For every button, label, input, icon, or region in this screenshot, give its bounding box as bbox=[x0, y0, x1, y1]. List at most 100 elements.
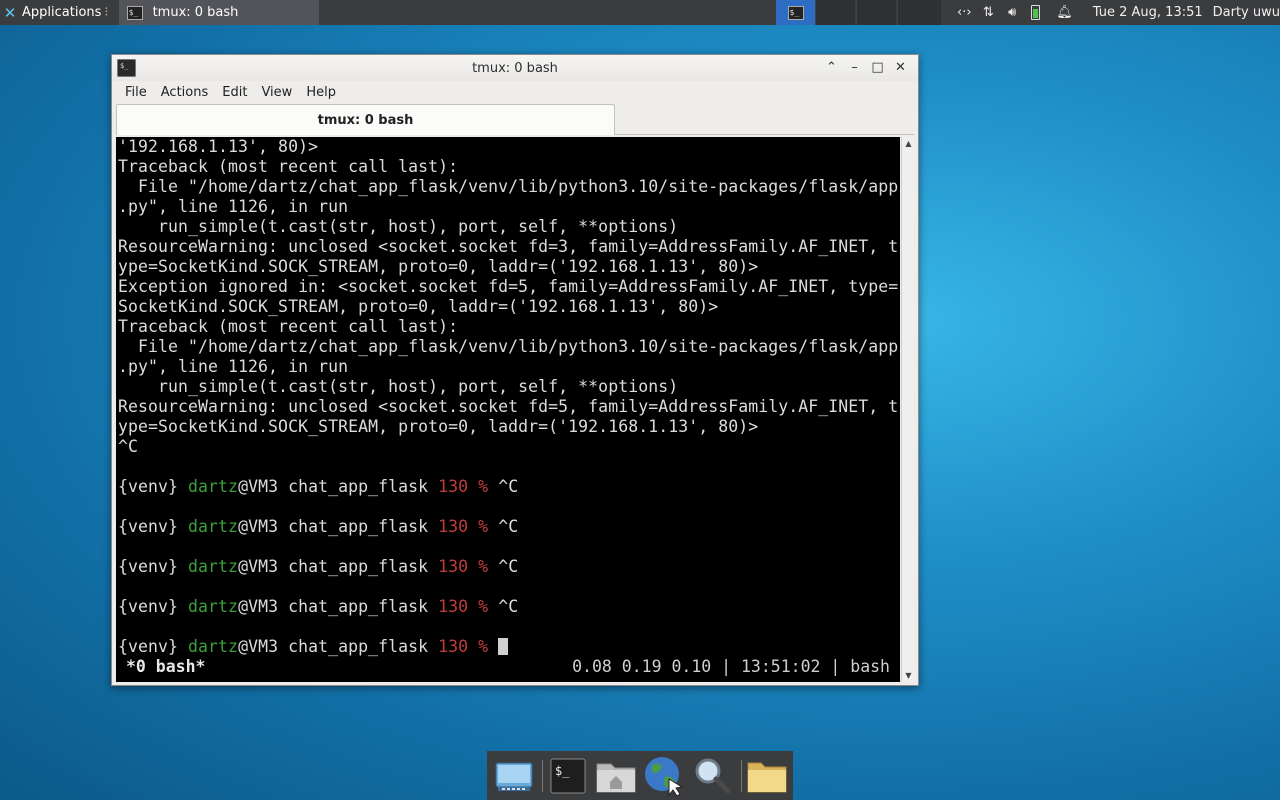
dock-separator bbox=[740, 759, 742, 792]
taskbar-window-button[interactable]: $_ tmux: 0 bash bbox=[118, 0, 319, 25]
prompt-exit-status: 130 % bbox=[438, 477, 489, 496]
menu-edit[interactable]: Edit bbox=[215, 85, 254, 100]
workspace-4-button[interactable] bbox=[897, 0, 941, 25]
shade-button[interactable]: ⌃ bbox=[820, 59, 843, 77]
terminal-window: $_ tmux: 0 bash ⌃ – □ ✕ File Actions Edi… bbox=[111, 54, 919, 686]
prompt-host-dir: @VM3 chat_app_flask bbox=[238, 517, 429, 536]
output-line: ^C bbox=[118, 437, 139, 456]
output-line: File "/home/dartz/chat_app_flask/venv/li… bbox=[118, 177, 899, 196]
venv-label: {venv} bbox=[118, 517, 179, 536]
venv-label: {venv} bbox=[118, 477, 179, 496]
output-line: ResourceWarning: unclosed <socket.socket… bbox=[118, 237, 899, 256]
network-connection-icon[interactable]: ‹·› bbox=[954, 5, 974, 20]
prompt-input: ^C bbox=[498, 477, 519, 496]
output-line: ResourceWarning: unclosed <socket.socket… bbox=[118, 397, 899, 416]
terminal-output[interactable]: '192.168.1.13', 80)> Traceback (most rec… bbox=[116, 137, 900, 682]
prompt-line: {venv} dartz@VM3 chat_app_flask 130 % ^C bbox=[118, 517, 518, 537]
window-titlebar[interactable]: $_ tmux: 0 bash ⌃ – □ ✕ bbox=[112, 55, 918, 81]
prompt-host-dir: @VM3 chat_app_flask bbox=[238, 557, 429, 576]
prompt-line: {venv} dartz@VM3 chat_app_flask 130 % ^C bbox=[118, 557, 518, 577]
menu-help[interactable]: Help bbox=[299, 85, 343, 100]
tab-label: tmux: 0 bash bbox=[317, 112, 414, 128]
applications-menu-button[interactable]: ✕ Applications ⁝ bbox=[0, 0, 115, 25]
network-transfer-icon[interactable]: ⇅ bbox=[978, 5, 998, 20]
menubar: File Actions Edit View Help bbox=[112, 81, 918, 104]
prompt-line: {venv} dartz@VM3 chat_app_flask 130 % ^C bbox=[118, 597, 518, 617]
dock-separator bbox=[542, 759, 543, 792]
venv-label: {venv} bbox=[118, 557, 179, 576]
output-line: Exception ignored in: <socket.socket fd=… bbox=[118, 277, 899, 296]
tab-tmux-bash[interactable]: tmux: 0 bash bbox=[116, 104, 615, 135]
window-title: tmux: 0 bash bbox=[472, 60, 558, 76]
minimize-button[interactable]: – bbox=[843, 59, 866, 77]
prompt-exit-status: 130 % bbox=[438, 517, 489, 536]
folder-launcher[interactable] bbox=[745, 753, 790, 799]
search-icon bbox=[695, 758, 731, 793]
file-manager-launcher[interactable] bbox=[594, 753, 639, 799]
output-line: Traceback (most recent call last): bbox=[118, 317, 459, 336]
volume-icon[interactable]: 🔊︎ bbox=[1002, 5, 1022, 20]
terminal-launcher[interactable]: $_ bbox=[546, 753, 591, 799]
output-line: Traceback (most recent call last): bbox=[118, 157, 459, 176]
prompt-input: ^C bbox=[498, 597, 519, 616]
prompt-host-dir: @VM3 chat_app_flask bbox=[238, 637, 429, 656]
taskbar-window-title: tmux: 0 bash bbox=[152, 5, 239, 20]
prompt-host-dir: @VM3 chat_app_flask bbox=[238, 597, 429, 616]
maximize-button[interactable]: □ bbox=[866, 59, 889, 77]
prompt-exit-status: 130 % bbox=[438, 557, 489, 576]
web-browser-icon bbox=[645, 756, 684, 797]
output-line: File "/home/dartz/chat_app_flask/venv/li… bbox=[118, 337, 899, 356]
show-desktop-button[interactable] bbox=[491, 753, 536, 799]
prompt-user: dartz bbox=[188, 477, 239, 496]
applications-label: Applications bbox=[22, 5, 102, 20]
top-panel: ✕ Applications ⁝ $_ tmux: 0 bash $_ ‹·› … bbox=[0, 0, 1280, 25]
menu-file[interactable]: File bbox=[118, 85, 154, 100]
web-browser-launcher[interactable] bbox=[642, 753, 687, 799]
tmux-window-list: *0 bash* bbox=[126, 657, 206, 676]
prompt-exit-status: 130 % bbox=[438, 597, 489, 616]
app-finder-launcher[interactable] bbox=[690, 753, 735, 799]
workspace-1-button[interactable]: $_ bbox=[776, 0, 815, 25]
workspace-2-button[interactable] bbox=[815, 0, 855, 25]
dock-panel: $_ bbox=[487, 751, 793, 800]
prompt-host-dir: @VM3 chat_app_flask bbox=[238, 477, 429, 496]
workspace-3-button[interactable] bbox=[856, 0, 896, 25]
battery-icon[interactable] bbox=[1031, 5, 1041, 20]
notification-bell-icon[interactable]: 🔔︎ bbox=[1056, 5, 1073, 20]
output-line: ype=SocketKind.SOCK_STREAM, proto=0, lad… bbox=[118, 417, 759, 436]
user-menu[interactable]: Darty uwu bbox=[1213, 5, 1280, 20]
output-line: '192.168.1.13', 80)> bbox=[118, 137, 319, 156]
screen-icon bbox=[495, 762, 532, 791]
text-cursor bbox=[498, 638, 509, 655]
output-line: run_simple(t.cast(str, host), port, self… bbox=[118, 217, 679, 236]
svg-text:$_: $_ bbox=[555, 764, 570, 778]
menu-view[interactable]: View bbox=[254, 85, 299, 100]
close-button[interactable]: ✕ bbox=[889, 59, 912, 77]
home-folder-icon bbox=[596, 763, 636, 792]
prompt-user: dartz bbox=[188, 557, 239, 576]
prompt-user: dartz bbox=[188, 637, 239, 656]
prompt-user: dartz bbox=[188, 597, 239, 616]
venv-label: {venv} bbox=[118, 637, 179, 656]
scroll-up-arrow-icon[interactable]: ▲ bbox=[902, 137, 915, 150]
xfce-logo-icon: ✕ bbox=[3, 3, 17, 22]
output-line: ype=SocketKind.SOCK_STREAM, proto=0, lad… bbox=[118, 257, 759, 276]
clock[interactable]: Tue 2 Aug, 13:51 bbox=[1093, 5, 1203, 20]
terminal-scrollbar[interactable]: ▲ ▼ bbox=[901, 137, 914, 682]
terminal-icon: $_ bbox=[550, 758, 586, 793]
prompt-input: ^C bbox=[498, 517, 519, 536]
folder-icon bbox=[747, 762, 787, 792]
output-line: run_simple(t.cast(str, host), port, self… bbox=[118, 377, 679, 396]
current-prompt-line[interactable]: {venv} dartz@VM3 chat_app_flask 130 % bbox=[118, 637, 509, 657]
prompt-input: ^C bbox=[498, 557, 519, 576]
terminal-icon: $_ bbox=[787, 5, 804, 20]
prompt-user: dartz bbox=[188, 517, 239, 536]
tab-bar: tmux: 0 bash bbox=[116, 104, 914, 135]
output-line: .py", line 1126, in run bbox=[118, 197, 349, 216]
output-line: .py", line 1126, in run bbox=[118, 357, 349, 376]
scroll-down-arrow-icon[interactable]: ▼ bbox=[902, 669, 915, 682]
tmux-status-right: 0.08 0.19 0.10 | 13:51:02 | bash bbox=[572, 657, 890, 676]
menu-actions[interactable]: Actions bbox=[154, 85, 216, 100]
prompt-line: {venv} dartz@VM3 chat_app_flask 130 % ^C bbox=[118, 477, 518, 497]
system-tray: ‹·› ⇅ 🔊︎ 🔔︎ Tue 2 Aug, 13:51 Darty uwu bbox=[952, 0, 1280, 25]
